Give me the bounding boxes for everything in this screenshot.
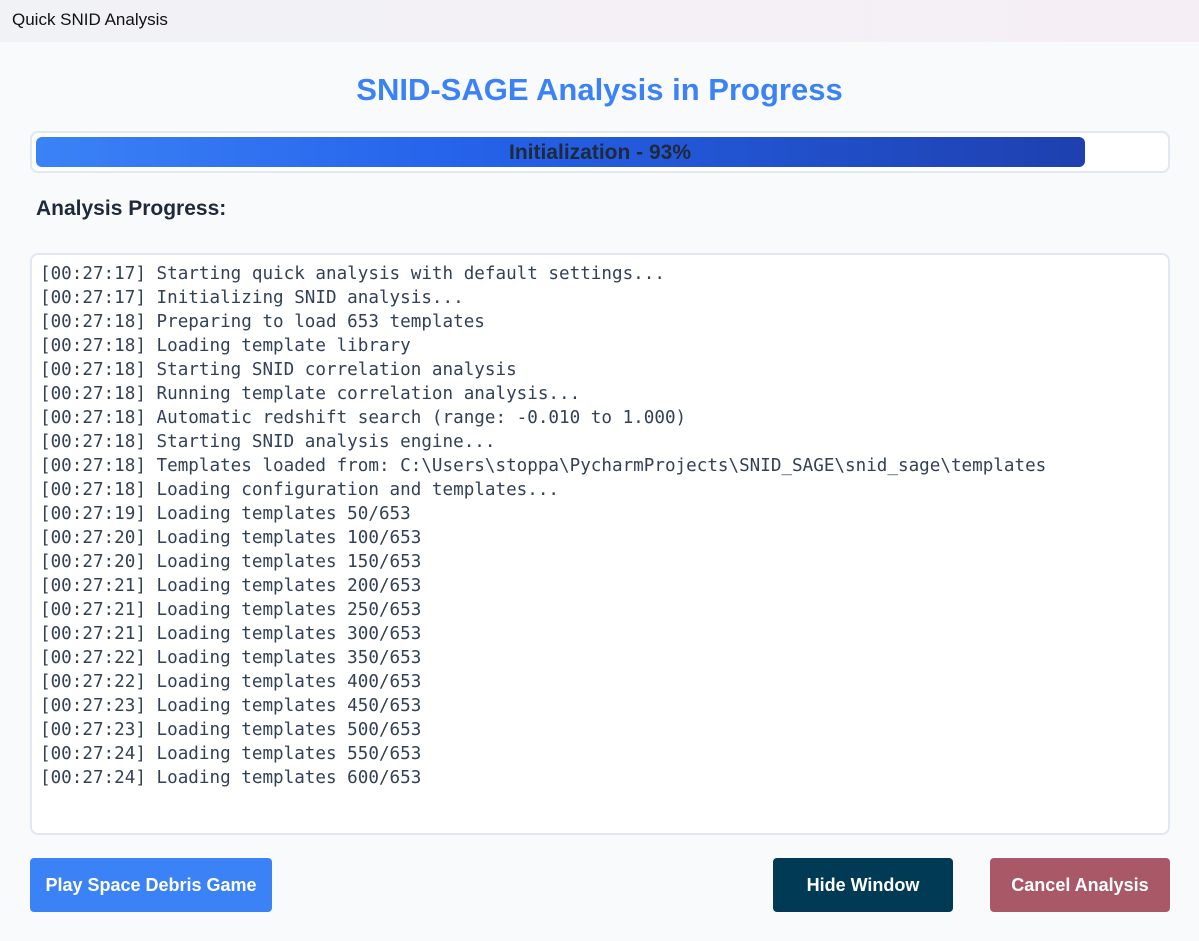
cancel-analysis-button[interactable]: Cancel Analysis bbox=[990, 858, 1170, 912]
log-line: [00:27:22] Loading templates 400/653 bbox=[40, 672, 422, 692]
log-output[interactable]: [00:27:17] Starting quick analysis with … bbox=[30, 253, 1170, 835]
log-line: [00:27:18] Starting SNID correlation ana… bbox=[40, 360, 517, 380]
window-title: Quick SNID Analysis bbox=[12, 10, 168, 29]
play-game-button[interactable]: Play Space Debris Game bbox=[30, 858, 272, 912]
log-line: [00:27:21] Loading templates 250/653 bbox=[40, 600, 422, 620]
log-line: [00:27:18] Loading configuration and tem… bbox=[40, 480, 560, 500]
window-titlebar[interactable]: Quick SNID Analysis bbox=[0, 0, 1199, 42]
log-line: [00:27:18] Preparing to load 653 templat… bbox=[40, 312, 485, 332]
log-line: [00:27:17] Initializing SNID analysis... bbox=[40, 288, 464, 308]
hide-window-button[interactable]: Hide Window bbox=[773, 858, 953, 912]
log-line: [00:27:24] Loading templates 600/653 bbox=[40, 768, 422, 788]
log-line: [00:27:18] Starting SNID analysis engine… bbox=[40, 432, 496, 452]
log-line: [00:27:21] Loading templates 300/653 bbox=[40, 624, 422, 644]
log-line: [00:27:19] Loading templates 50/653 bbox=[40, 504, 411, 524]
log-line: [00:27:18] Templates loaded from: C:\Use… bbox=[40, 456, 1047, 476]
page-title: SNID-SAGE Analysis in Progress bbox=[356, 72, 843, 107]
log-line: [00:27:18] Automatic redshift search (ra… bbox=[40, 408, 687, 428]
log-line: [00:27:20] Loading templates 150/653 bbox=[40, 552, 422, 572]
log-line: [00:27:18] Running template correlation … bbox=[40, 384, 581, 404]
log-line: [00:27:23] Loading templates 450/653 bbox=[40, 696, 422, 716]
log-line: [00:27:17] Starting quick analysis with … bbox=[40, 264, 665, 284]
log-line: [00:27:24] Loading templates 550/653 bbox=[40, 744, 422, 764]
log-line: [00:27:18] Loading template library bbox=[40, 336, 411, 356]
log-line: [00:27:22] Loading templates 350/653 bbox=[40, 648, 422, 668]
log-heading: Analysis Progress: bbox=[36, 197, 227, 220]
log-line: [00:27:20] Loading templates 100/653 bbox=[40, 528, 422, 548]
progress-bar: Initialization - 93% bbox=[30, 131, 1170, 173]
log-line: [00:27:23] Loading templates 500/653 bbox=[40, 720, 422, 740]
log-line: [00:27:21] Loading templates 200/653 bbox=[40, 576, 422, 596]
progress-label: Initialization - 93% bbox=[508, 141, 692, 164]
